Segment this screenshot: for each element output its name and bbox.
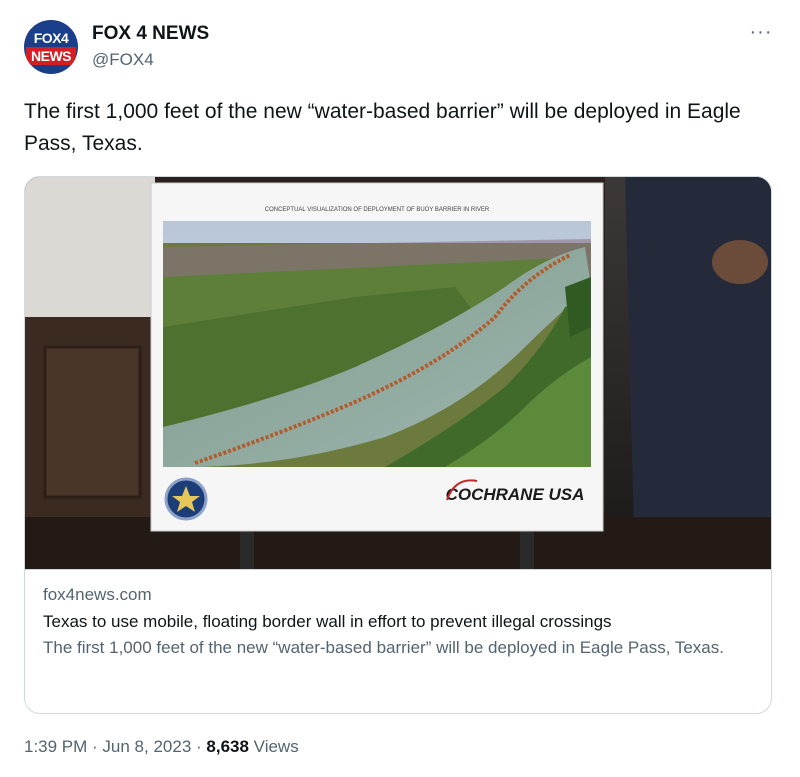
poster-caption: CONCEPTUAL VISUALIZATION OF DEPLOYMENT O… <box>265 207 490 213</box>
author-names: FOX 4 NEWS @FOX4 <box>92 22 209 72</box>
link-card[interactable]: CONCEPTUAL VISUALIZATION OF DEPLOYMENT O… <box>24 176 772 714</box>
card-description: The first 1,000 feet of the new “water-b… <box>43 638 724 657</box>
card-image[interactable]: CONCEPTUAL VISUALIZATION OF DEPLOYMENT O… <box>25 177 771 569</box>
tweet-footer: 1:39 PM · Jun 8, 2023 · 8,638 Views <box>24 735 299 759</box>
handle[interactable]: @FOX4 <box>92 48 209 72</box>
views-count: 8,638 <box>206 737 249 756</box>
tweet: FOX4 NEWS FOX 4 NEWS @FOX4 ··· The first… <box>0 0 800 777</box>
avatar-logo-bottom: NEWS <box>26 47 76 65</box>
card-title: Texas to use mobile, floating border wal… <box>43 612 612 631</box>
views-label: Views <box>248 737 299 756</box>
card-domain: fox4news.com <box>43 585 152 604</box>
poster-brand: COCHRANE USA <box>446 485 585 504</box>
card-meta[interactable]: fox4news.com Texas to use mobile, floati… <box>25 569 771 713</box>
tweet-header: FOX4 NEWS FOX 4 NEWS @FOX4 ··· <box>24 18 776 78</box>
display-name[interactable]: FOX 4 NEWS <box>92 22 209 46</box>
separator: · <box>191 737 207 756</box>
tweet-text: The first 1,000 feet of the new “water-b… <box>24 100 741 155</box>
timestamp-link[interactable]: 1:39 PM · Jun 8, 2023 <box>24 737 191 756</box>
card-photo-illustration: CONCEPTUAL VISUALIZATION OF DEPLOYMENT O… <box>25 177 771 569</box>
avatar[interactable]: FOX4 NEWS <box>24 20 78 74</box>
avatar-logo-top: FOX4 <box>26 29 76 47</box>
more-options-icon[interactable]: ··· <box>746 22 776 48</box>
